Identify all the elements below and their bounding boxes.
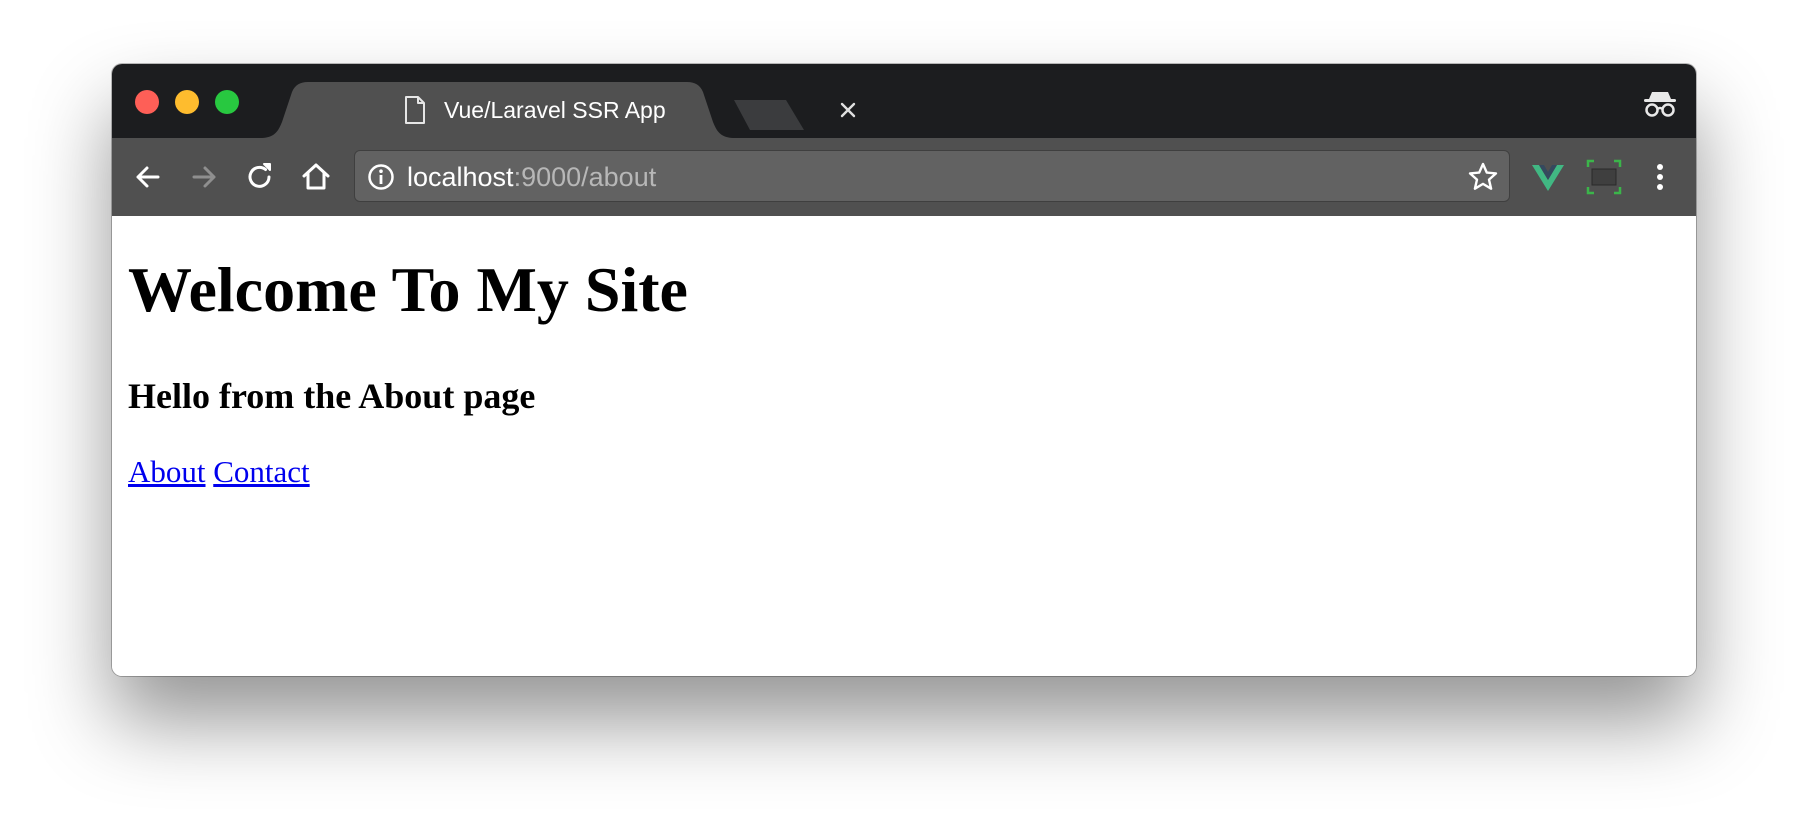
about-link[interactable]: About <box>128 454 206 489</box>
active-tab[interactable]: Vue/Laravel SSR App <box>260 82 856 138</box>
more-vertical-icon <box>1657 164 1663 190</box>
incognito-icon <box>1644 92 1676 117</box>
contact-link[interactable]: Contact <box>213 454 309 489</box>
back-button[interactable] <box>128 157 168 197</box>
back-arrow-icon <box>136 166 160 188</box>
reload-button[interactable] <box>240 157 280 197</box>
nav-links: About Contact <box>128 452 310 492</box>
info-icon[interactable] <box>367 163 395 191</box>
new-tab-button[interactable] <box>734 98 804 130</box>
url-text[interactable]: localhost:9000/about <box>407 161 656 193</box>
window-close-button[interactable] <box>135 90 159 114</box>
reload-icon <box>248 163 271 188</box>
tab-strip: Vue/Laravel SSR App <box>112 64 1696 138</box>
bookmark-star-icon[interactable] <box>1467 161 1499 193</box>
page-subheading: Hello from the About page <box>128 376 536 416</box>
forward-button[interactable] <box>184 157 224 197</box>
url-host: localhost <box>407 162 514 192</box>
tab-title: Vue/Laravel SSR App <box>444 97 666 123</box>
browser-menu-button[interactable] <box>1640 157 1680 197</box>
screen-capture-button[interactable] <box>1584 157 1624 197</box>
page-icon <box>405 96 425 124</box>
window-minimize-button[interactable] <box>175 90 199 114</box>
tab-close-icon[interactable] <box>836 98 860 122</box>
vue-devtools-button[interactable] <box>1528 157 1568 197</box>
home-button[interactable] <box>296 157 336 197</box>
address-bar[interactable]: localhost:9000/about <box>354 150 1510 202</box>
page-content: Welcome To My Site Hello from the About … <box>112 216 1696 676</box>
forward-arrow-icon <box>192 166 216 188</box>
browser-toolbar: localhost:9000/about <box>112 138 1696 217</box>
page-heading: Welcome To My Site <box>128 254 688 325</box>
browser-window: Vue/Laravel SSR App localhost:9000/about… <box>112 64 1696 676</box>
vue-devtools-icon <box>1532 165 1564 191</box>
screen-capture-icon <box>1586 159 1622 195</box>
url-path: :9000/about <box>513 162 657 192</box>
home-icon <box>302 163 330 190</box>
window-maximize-button[interactable] <box>215 90 239 114</box>
